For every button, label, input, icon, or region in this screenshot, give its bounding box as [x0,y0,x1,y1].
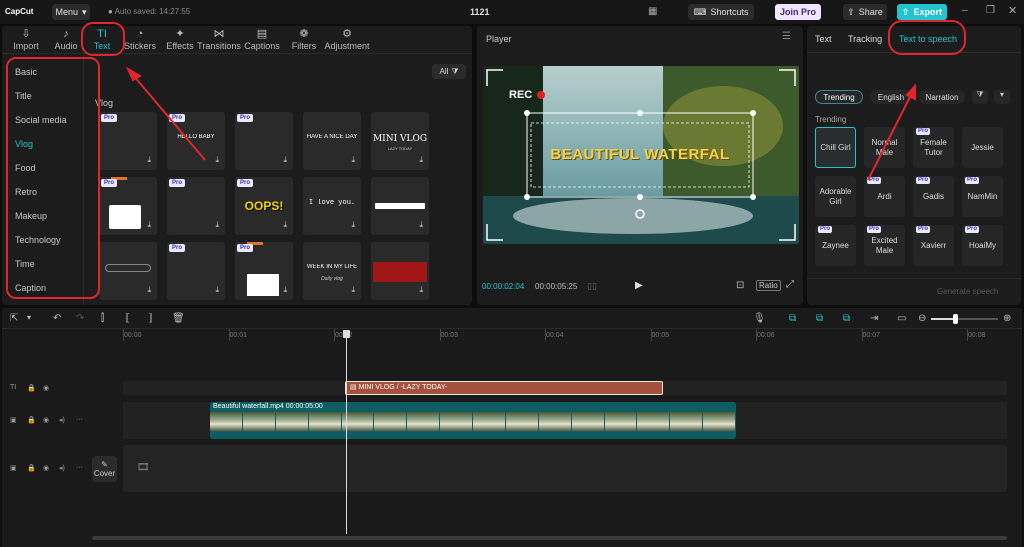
annotation-arrows [125,66,916,181]
